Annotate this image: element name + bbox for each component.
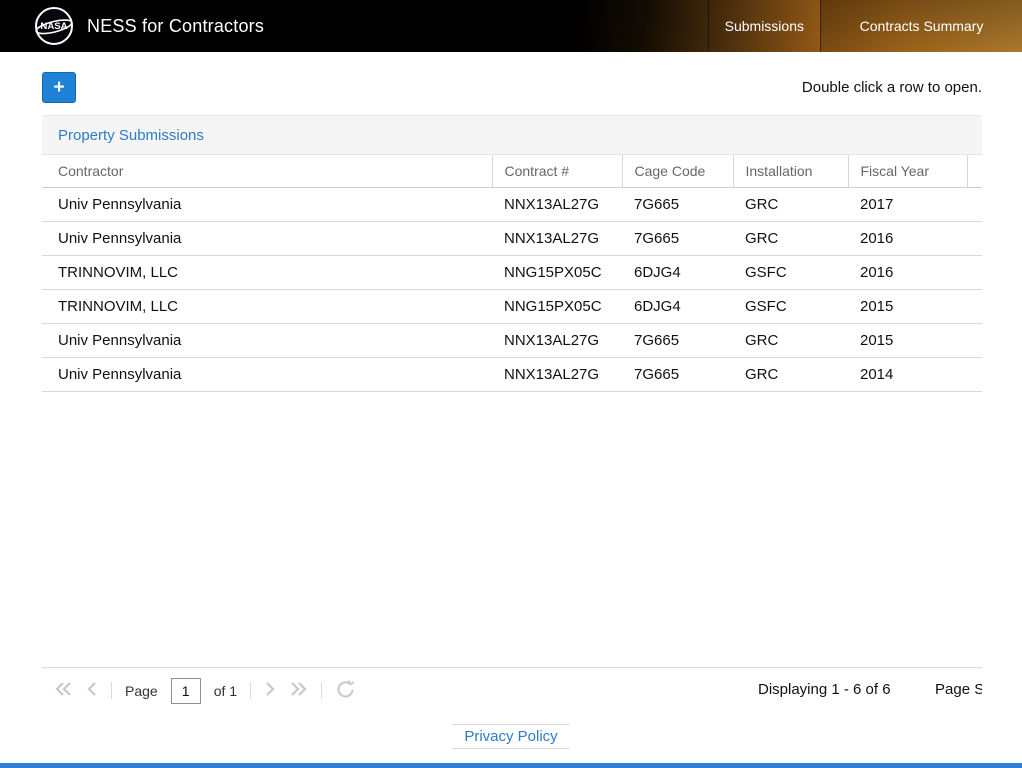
column-header-cage-code[interactable]: Cage Code: [622, 155, 733, 188]
page-number-input[interactable]: [171, 678, 201, 704]
double-chevron-left-icon: [54, 681, 73, 700]
app-title: NESS for Contractors: [87, 16, 264, 37]
displaying-status: Displaying 1 - 6 of 6: [758, 681, 891, 698]
cell-contractor: Univ Pennsylvania: [42, 222, 492, 256]
cell-contract-number: NNX13AL27G: [492, 358, 622, 392]
cell-fiscal-year: 2016: [848, 256, 967, 290]
table-row[interactable]: Univ Pennsylvania NNX13AL27G 7G665 GRC 2…: [42, 188, 982, 222]
refresh-button[interactable]: [335, 679, 356, 703]
nav-item-contracts-summary[interactable]: Contracts Summary: [820, 0, 1022, 52]
table-row[interactable]: TRINNOVIM, LLC NNG15PX05C 6DJG4 GSFC 201…: [42, 290, 982, 324]
cell-contract-number: NNX13AL27G: [492, 324, 622, 358]
page-size-label: Page Size: [935, 681, 982, 698]
cell-cage-code: 7G665: [622, 324, 733, 358]
cell-cage-code: 7G665: [622, 358, 733, 392]
cell-contract-number: NNG15PX05C: [492, 256, 622, 290]
submissions-table: Contractor Contract # Cage Code Installa…: [42, 155, 982, 392]
table-header-row: Contractor Contract # Cage Code Installa…: [42, 155, 982, 188]
table-row[interactable]: Univ Pennsylvania NNX13AL27G 7G665 GRC 2…: [42, 222, 982, 256]
cell-cage-code: 7G665: [622, 188, 733, 222]
column-header-installation[interactable]: Installation: [733, 155, 848, 188]
refresh-icon: [335, 679, 356, 703]
app-header: NASA NESS for Contractors Submissions Co…: [0, 0, 1022, 52]
pagination-separator: [321, 682, 322, 699]
cell-installation: GSFC: [733, 256, 848, 290]
column-header-fiscal-year[interactable]: Fiscal Year: [848, 155, 967, 188]
double-chevron-right-icon: [289, 681, 308, 700]
bottom-bar: [0, 763, 1022, 768]
cell-installation: GRC: [733, 188, 848, 222]
brand: NASA NESS for Contractors: [0, 0, 708, 52]
cell-fiscal-year: 2014: [848, 358, 967, 392]
cell-contractor: Univ Pennsylvania: [42, 188, 492, 222]
cell-cage-code: 7G665: [622, 222, 733, 256]
column-header-contractor[interactable]: Contractor: [42, 155, 492, 188]
add-submission-button[interactable]: +: [42, 72, 76, 103]
page-of-label: of 1: [214, 683, 237, 699]
cell-fiscal-year: 2016: [848, 222, 967, 256]
next-page-button[interactable]: [264, 681, 276, 700]
chevron-right-icon: [264, 681, 276, 700]
cell-installation: GRC: [733, 358, 848, 392]
cell-installation: GSFC: [733, 290, 848, 324]
main-nav: Submissions Contracts Summary: [708, 0, 1022, 52]
cell-contractor: Univ Pennsylvania: [42, 358, 492, 392]
table-row[interactable]: TRINNOVIM, LLC NNG15PX05C 6DJG4 GSFC 201…: [42, 256, 982, 290]
table-row[interactable]: Univ Pennsylvania NNX13AL27G 7G665 GRC 2…: [42, 358, 982, 392]
svg-text:NASA: NASA: [40, 21, 67, 32]
privacy-policy-link[interactable]: Privacy Policy: [452, 724, 569, 749]
cell-cage-code: 6DJG4: [622, 256, 733, 290]
pagination-separator: [111, 682, 112, 699]
cell-cage-code: 6DJG4: [622, 290, 733, 324]
double-click-hint: Double click a row to open.: [802, 79, 982, 96]
cell-contract-number: NNX13AL27G: [492, 222, 622, 256]
pagination-bar: Page of 1 Displaying 1 - 6 of 6 Page Siz…: [42, 667, 982, 712]
chevron-left-icon: [86, 681, 98, 700]
cell-fiscal-year: 2015: [848, 290, 967, 324]
prev-page-button[interactable]: [86, 681, 98, 700]
nasa-logo-icon: NASA: [34, 6, 74, 46]
last-page-button[interactable]: [289, 681, 308, 700]
nav-item-submissions[interactable]: Submissions: [708, 0, 820, 52]
cell-contractor: TRINNOVIM, LLC: [42, 256, 492, 290]
cell-installation: GRC: [733, 324, 848, 358]
cell-fiscal-year: 2015: [848, 324, 967, 358]
table-row[interactable]: Univ Pennsylvania NNX13AL27G 7G665 GRC 2…: [42, 324, 982, 358]
column-header-contract-number[interactable]: Contract #: [492, 155, 622, 188]
cell-contract-number: NNG15PX05C: [492, 290, 622, 324]
column-header-spacer: [967, 155, 982, 188]
pagination-separator: [250, 682, 251, 699]
property-submissions-panel: Property Submissions Contractor Contract…: [42, 115, 982, 392]
cell-installation: GRC: [733, 222, 848, 256]
cell-fiscal-year: 2017: [848, 188, 967, 222]
cell-contractor: Univ Pennsylvania: [42, 324, 492, 358]
first-page-button[interactable]: [54, 681, 73, 700]
footer: Privacy Policy: [0, 724, 1022, 749]
cell-contractor: TRINNOVIM, LLC: [42, 290, 492, 324]
cell-contract-number: NNX13AL27G: [492, 188, 622, 222]
page-label: Page: [125, 683, 158, 699]
toolbar: + Double click a row to open.: [0, 52, 1022, 103]
panel-title: Property Submissions: [42, 115, 982, 155]
